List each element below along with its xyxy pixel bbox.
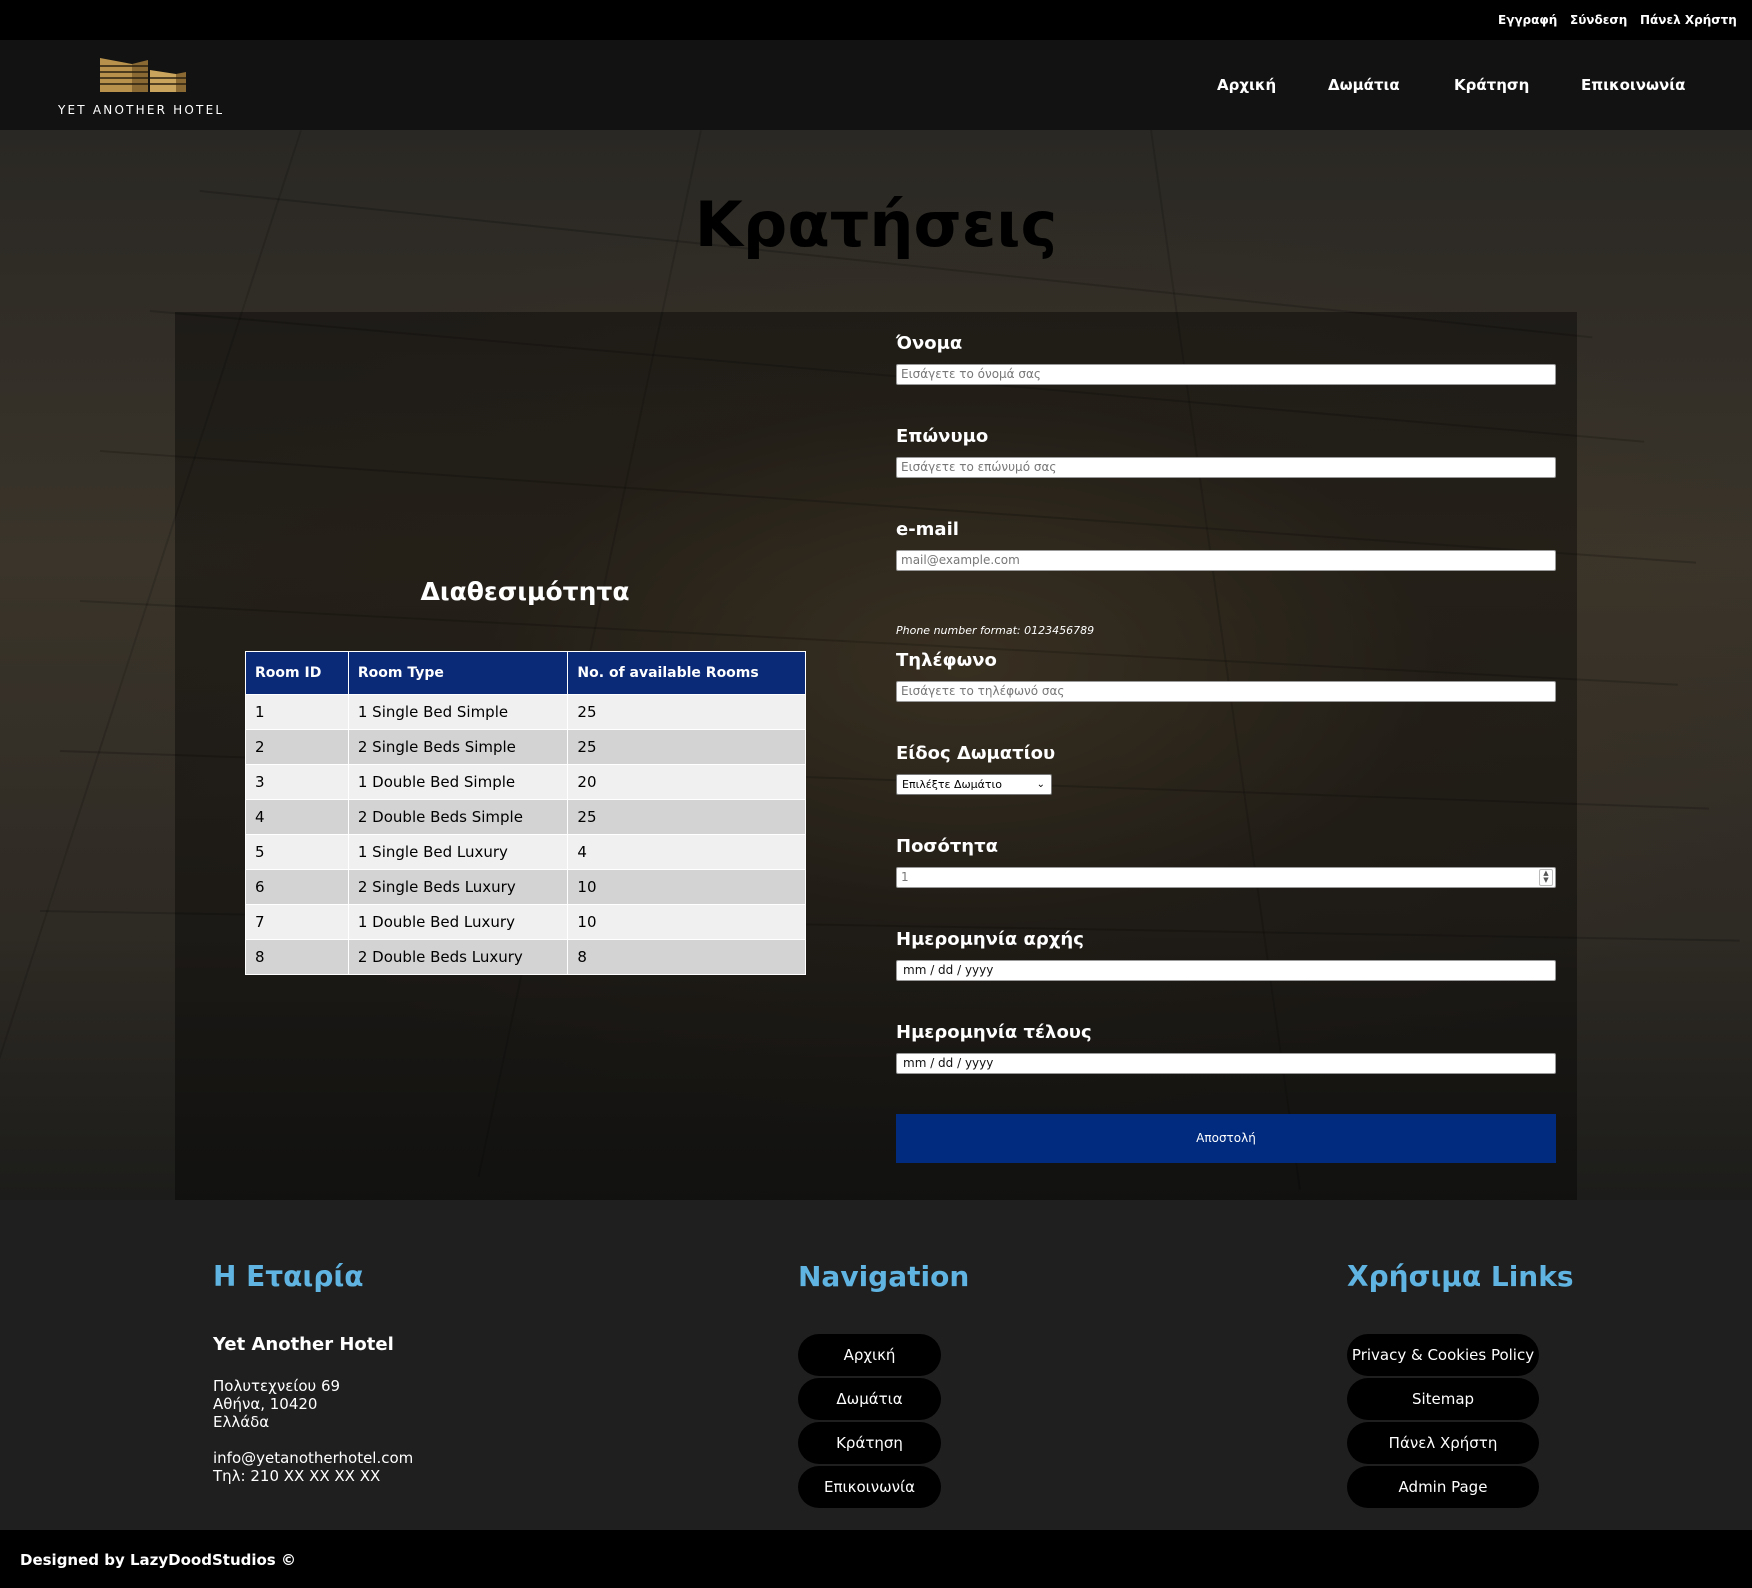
quantity-stepper[interactable]: 1 ▲ ▼ bbox=[896, 867, 1556, 888]
room-type-cell: 2 Single Beds Luxury bbox=[347, 869, 569, 905]
phone-label: Τηλέφωνο bbox=[896, 650, 997, 671]
table-row: 51 Single Bed Luxury 4 bbox=[245, 834, 806, 870]
contact-email[interactable]: info@yetanotherhotel.com bbox=[213, 1449, 413, 1467]
nav-booking[interactable]: Κράτηση bbox=[1454, 76, 1529, 94]
footer-nav-home[interactable]: Αρχική bbox=[798, 1334, 941, 1376]
available-count-cell: 20 bbox=[567, 764, 806, 800]
hotel-logo-icon bbox=[100, 58, 186, 92]
phone-format-hint: Phone number format: 0123456789 bbox=[896, 624, 1095, 637]
page-title: Κρατήσεις bbox=[694, 188, 1058, 261]
bottom-bar: Designed by LazyDoodStudios © bbox=[0, 1530, 1752, 1588]
end-date-label: Ημερομηνία τέλους bbox=[896, 1022, 1092, 1043]
contact-phone: Τηλ: 210 XX XX XX XX bbox=[213, 1467, 381, 1485]
footer-nav-rooms[interactable]: Δωμάτια bbox=[798, 1378, 941, 1420]
table-row: 62 Single Beds Luxury 10 bbox=[245, 869, 806, 905]
chevron-down-icon: ⌄ bbox=[1036, 779, 1045, 790]
useful-links-heading: Χρήσιμα Links bbox=[1347, 1260, 1574, 1293]
room-id-cell: 5 bbox=[245, 834, 349, 870]
company-heading: Η Εταιρία bbox=[213, 1260, 364, 1293]
table-row: 82 Double Beds Luxury 8 bbox=[245, 939, 806, 975]
nav-home[interactable]: Αρχική bbox=[1217, 76, 1276, 94]
room-type-cell: 1 Single Bed Luxury bbox=[347, 834, 569, 870]
logo-text: YET ANOTHER HOTEL bbox=[58, 103, 225, 117]
table-header-row: Room ID Room Type No. of available Rooms bbox=[245, 651, 806, 695]
column-header: Room Type bbox=[347, 651, 569, 695]
hotel-name: Yet Another Hotel bbox=[213, 1334, 394, 1355]
column-header: Room ID bbox=[245, 651, 349, 695]
navigation-heading: Navigation bbox=[798, 1260, 970, 1293]
available-count-cell: 25 bbox=[567, 729, 806, 765]
table-row: 22 Single Beds Simple 25 bbox=[245, 729, 806, 765]
user-panel-link[interactable]: Πάνελ Χρήστη bbox=[1640, 13, 1737, 27]
surname-label: Επώνυμο bbox=[896, 426, 989, 447]
email-input[interactable]: mail@example.com bbox=[896, 550, 1556, 571]
room-id-cell: 2 bbox=[245, 729, 349, 765]
designer-credit: Designed by LazyDoodStudios © bbox=[20, 1551, 296, 1569]
room-id-cell: 1 bbox=[245, 694, 349, 730]
sitemap-link[interactable]: Sitemap bbox=[1347, 1378, 1539, 1420]
room-type-selected: Επιλέξτε Δωμάτιο bbox=[902, 778, 1003, 791]
room-type-cell: 1 Double Bed Simple bbox=[347, 764, 569, 800]
start-date-input[interactable]: mm / dd / yyyy bbox=[896, 960, 1556, 981]
room-id-cell: 4 bbox=[245, 799, 349, 835]
start-date-label: Ημερομηνία αρχής bbox=[896, 929, 1084, 950]
available-count-cell: 25 bbox=[567, 694, 806, 730]
room-id-cell: 3 bbox=[245, 764, 349, 800]
privacy-policy-link[interactable]: Privacy & Cookies Policy bbox=[1347, 1334, 1539, 1376]
room-type-cell: 1 Double Bed Luxury bbox=[347, 904, 569, 940]
available-count-cell: 4 bbox=[567, 834, 806, 870]
address-line: Αθήνα, 10420 bbox=[213, 1395, 318, 1413]
room-type-cell: 2 Double Beds Luxury bbox=[347, 939, 569, 975]
name-input[interactable]: Εισάγετε το όνομά σας bbox=[896, 364, 1556, 385]
available-count-cell: 25 bbox=[567, 799, 806, 835]
room-type-cell: 2 Double Beds Simple bbox=[347, 799, 569, 835]
available-count-cell: 8 bbox=[567, 939, 806, 975]
admin-page-link[interactable]: Admin Page bbox=[1347, 1466, 1539, 1508]
nav-contact[interactable]: Επικοινωνία bbox=[1581, 76, 1685, 94]
quantity-value: 1 bbox=[901, 870, 909, 884]
name-label: Όνομα bbox=[896, 333, 963, 354]
email-label: e-mail bbox=[896, 519, 959, 540]
table-row: 11 Single Bed Simple 25 bbox=[245, 694, 806, 730]
room-type-cell: 2 Single Beds Simple bbox=[347, 729, 569, 765]
footer-nav-booking[interactable]: Κράτηση bbox=[798, 1422, 941, 1464]
table-row: 71 Double Bed Luxury 10 bbox=[245, 904, 806, 940]
footer-nav-contact[interactable]: Επικοινωνία bbox=[798, 1466, 941, 1508]
room-type-cell: 1 Single Bed Simple bbox=[347, 694, 569, 730]
room-id-cell: 8 bbox=[245, 939, 349, 975]
user-panel-footer-link[interactable]: Πάνελ Χρήστη bbox=[1347, 1422, 1539, 1464]
available-count-cell: 10 bbox=[567, 904, 806, 940]
phone-input[interactable]: Εισάγετε το τηλέφωνό σας bbox=[896, 681, 1556, 702]
room-type-label: Είδος Δωματίου bbox=[896, 743, 1056, 764]
address-line: Ελλάδα bbox=[213, 1413, 270, 1431]
surname-input[interactable]: Εισάγετε το επώνυμό σας bbox=[896, 457, 1556, 478]
column-header: No. of available Rooms bbox=[567, 651, 806, 695]
login-link[interactable]: Σύνδεση bbox=[1570, 13, 1627, 27]
submit-button[interactable]: Αποστολή bbox=[896, 1114, 1556, 1163]
room-type-select[interactable]: Επιλέξτε Δωμάτιο ⌄ bbox=[896, 774, 1052, 795]
room-id-cell: 7 bbox=[245, 904, 349, 940]
room-id-cell: 6 bbox=[245, 869, 349, 905]
quantity-label: Ποσότητα bbox=[896, 836, 998, 857]
spinner-arrows-icon[interactable]: ▲ ▼ bbox=[1539, 869, 1553, 886]
top-utility-bar: Εγγραφή Σύνδεση Πάνελ Χρήστη bbox=[0, 0, 1752, 40]
table-row: 42 Double Beds Simple 25 bbox=[245, 799, 806, 835]
address-line: Πολυτεχνείου 69 bbox=[213, 1377, 341, 1395]
register-link[interactable]: Εγγραφή bbox=[1498, 13, 1557, 27]
end-date-input[interactable]: mm / dd / yyyy bbox=[896, 1053, 1556, 1074]
site-header: YET ANOTHER HOTEL Αρχική Δωμάτια Κράτηση… bbox=[0, 40, 1752, 130]
table-row: 31 Double Bed Simple 20 bbox=[245, 764, 806, 800]
availability-title: Διαθεσιμότητα bbox=[420, 577, 630, 606]
available-count-cell: 10 bbox=[567, 869, 806, 905]
nav-rooms[interactable]: Δωμάτια bbox=[1328, 76, 1400, 94]
availability-table: Room ID Room Type No. of available Rooms… bbox=[245, 651, 806, 975]
